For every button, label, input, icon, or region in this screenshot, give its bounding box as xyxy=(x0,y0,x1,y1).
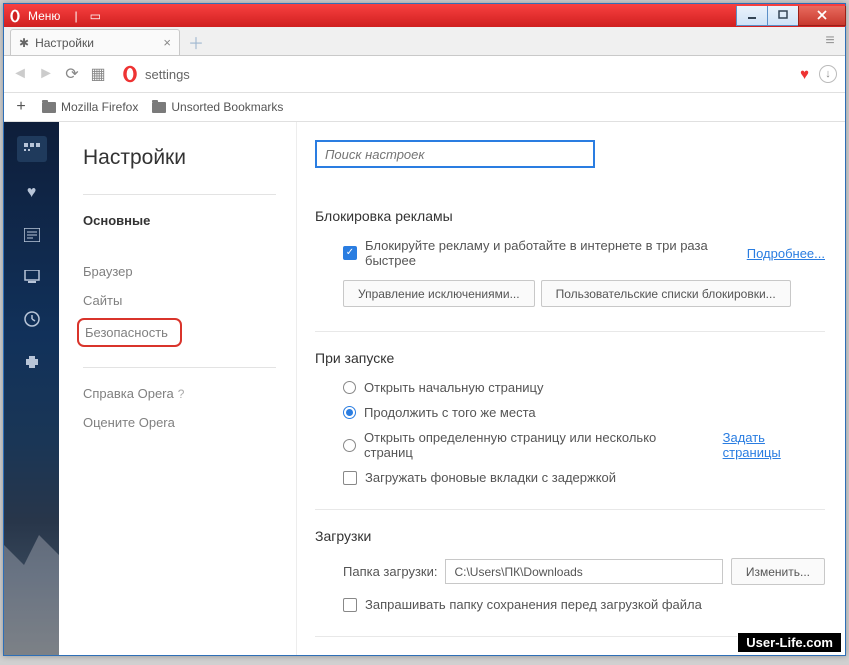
folder-icon xyxy=(42,102,56,113)
rail-history-icon[interactable] xyxy=(21,308,43,330)
tab-bar: ✱ Настройки × ＋ ≡ xyxy=(4,27,845,56)
maximize-button[interactable] xyxy=(767,6,799,26)
gear-icon: ✱ xyxy=(19,36,29,50)
bookmarks-bar: + Mozilla Firefox Unsorted Bookmarks xyxy=(4,93,845,122)
ask-folder-checkbox[interactable] xyxy=(343,598,357,612)
sidebar-item-browser[interactable]: Браузер xyxy=(83,264,296,279)
bookmark-folder[interactable]: Mozilla Firefox xyxy=(42,100,138,114)
tab-settings[interactable]: ✱ Настройки × xyxy=(10,29,180,55)
opera-menu-button[interactable] xyxy=(4,5,26,27)
startup-radio-startpage[interactable] xyxy=(343,381,356,394)
rail-sync-icon[interactable] xyxy=(21,266,43,288)
adblock-label: Блокируйте рекламу и работайте в интерне… xyxy=(365,238,739,268)
sidebar-item-help[interactable]: Справка Opera? xyxy=(83,386,296,401)
set-pages-link[interactable]: Задать страницы xyxy=(723,430,825,460)
section-startup-title: При запуске xyxy=(315,350,825,366)
forward-button[interactable]: ► xyxy=(38,66,54,82)
left-rail: ♥ xyxy=(4,122,59,655)
add-bookmark-button[interactable]: + xyxy=(14,98,28,116)
bookmark-folder[interactable]: Unsorted Bookmarks xyxy=(152,100,283,114)
rail-news-icon[interactable] xyxy=(21,224,43,246)
search-input[interactable] xyxy=(315,140,595,168)
address-bar: ◄ ► ⟳ ▦ ♥ ↓ xyxy=(4,56,845,93)
settings-main: Блокировка рекламы Блокируйте рекламу и … xyxy=(297,122,845,655)
sidebar-item-rate[interactable]: Оцените Opera xyxy=(83,415,296,430)
sidebar-item-sites[interactable]: Сайты xyxy=(83,293,296,308)
tab-close-button[interactable]: × xyxy=(163,35,171,50)
titlebar-divider: | xyxy=(68,9,83,23)
sidebar-item-security[interactable]: Безопасность xyxy=(77,318,182,347)
download-folder-label: Папка загрузки: xyxy=(343,564,437,579)
manage-exceptions-button[interactable]: Управление исключениями... xyxy=(343,280,535,307)
startup-radio-continue[interactable] xyxy=(343,406,356,419)
bg-tabs-checkbox[interactable] xyxy=(343,471,357,485)
heart-icon[interactable]: ♥ xyxy=(800,66,809,83)
adblock-more-link[interactable]: Подробнее... xyxy=(747,246,825,261)
help-icon: ? xyxy=(178,387,185,401)
speed-dial-icon[interactable]: ▦ xyxy=(90,66,106,82)
change-folder-button[interactable]: Изменить... xyxy=(731,558,825,585)
rail-extensions-icon[interactable] xyxy=(21,350,43,372)
speech-bubble-icon[interactable]: ▭ xyxy=(84,9,107,23)
back-button[interactable]: ◄ xyxy=(12,66,28,82)
startup-radio-specific[interactable] xyxy=(343,439,356,452)
rail-heart-icon[interactable]: ♥ xyxy=(21,182,43,204)
section-adblock-title: Блокировка рекламы xyxy=(315,208,825,224)
menu-label[interactable]: Меню xyxy=(26,9,68,23)
close-button[interactable] xyxy=(798,6,846,26)
rail-speed-dial-icon[interactable] xyxy=(17,136,47,162)
titlebar: Меню | ▭ xyxy=(4,4,845,27)
folder-icon xyxy=(152,102,166,113)
opera-icon xyxy=(121,65,139,83)
tab-menu-icon[interactable]: ≡ xyxy=(815,27,845,55)
downloads-icon[interactable]: ↓ xyxy=(819,65,837,83)
url-input[interactable] xyxy=(145,67,789,82)
minimize-button[interactable] xyxy=(736,6,768,26)
section-downloads-title: Загрузки xyxy=(315,528,825,544)
settings-sidebar: Настройки Основные Браузер Сайты Безопас… xyxy=(59,122,297,655)
reload-button[interactable]: ⟳ xyxy=(64,66,80,82)
tab-title: Настройки xyxy=(35,36,94,50)
page-title: Настройки xyxy=(83,146,296,170)
custom-lists-button[interactable]: Пользовательские списки блокировки... xyxy=(541,280,791,307)
new-tab-button[interactable]: ＋ xyxy=(184,31,208,53)
sidebar-item-basic[interactable]: Основные xyxy=(83,213,296,228)
watermark: User-Life.com xyxy=(737,632,842,653)
download-folder-input[interactable] xyxy=(445,559,722,584)
address-field[interactable] xyxy=(116,61,790,87)
adblock-checkbox[interactable] xyxy=(343,246,357,260)
